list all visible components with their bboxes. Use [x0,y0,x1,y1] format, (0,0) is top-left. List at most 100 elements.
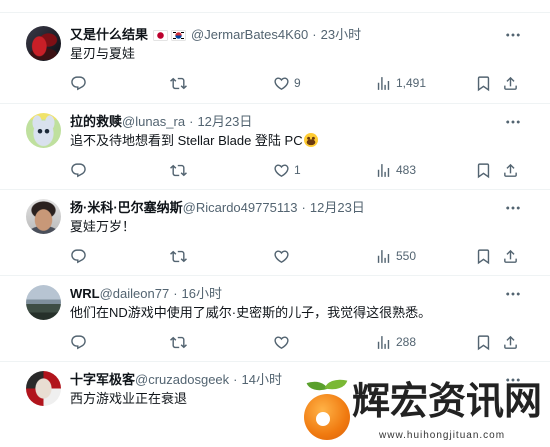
like-button[interactable] [273,246,290,266]
reply-button[interactable] [70,73,87,93]
retweet-icon [170,336,187,348]
retweet-icon [170,77,187,89]
share-icon-glyph [504,335,517,349]
avatar[interactable] [26,285,61,320]
reply-feed: 又是什么结果 @JermarBates4K60 · 23小时 星刃与夏娃 9 1,… [0,12,550,447]
tweet[interactable]: WRL @daileon77 · 16小时 他们在ND游戏中使用了威尔·史密斯的… [0,276,550,362]
avatar[interactable] [26,113,61,148]
share-button[interactable] [502,332,519,352]
like-count: 9 [294,76,301,90]
reply-icon [71,334,86,349]
share-icon-glyph [504,249,517,263]
tweet-body: WRL @daileon77 · 16小时 他们在ND游戏中使用了威尔·史密斯的… [0,276,550,361]
like-button[interactable]: 9 [273,73,301,93]
tweet-body: 扬·米科·巴尔塞纳斯 @Ricardo49775113 · 12月23日 夏娃万… [0,190,550,275]
south-korea-flag-icon [171,29,187,41]
share-icon [504,249,517,263]
more-options-button[interactable] [504,285,522,303]
views-count: 550 [396,249,417,263]
bookmark-icon [477,162,490,178]
share-icon-glyph [504,163,517,177]
tweet-text-content: 他们在ND游戏中使用了威尔·史密斯的儿子，我觉得这很熟悉。 [70,305,432,320]
views-button[interactable]: 550 [375,246,416,266]
more-options-button[interactable] [504,113,522,131]
like-button[interactable]: 1 [273,160,301,180]
reply-button[interactable] [70,332,87,352]
action-bar: 9 1,491 [0,73,550,93]
more-options-button[interactable] [504,199,522,217]
name-flags [153,29,187,41]
more-icon-glyph [506,120,520,124]
heart-icon-glyph [274,76,289,90]
tweet-text-content: 西方游戏业正在衰退 [70,391,188,406]
share-icon [504,163,517,177]
reply-icon-glyph [71,162,86,177]
like-button[interactable] [273,332,290,352]
bookmark-icon [477,75,490,91]
timestamp[interactable]: 14小时 [242,370,282,390]
bookmark-icon [477,248,490,264]
user-handle[interactable]: @Ricardo49775113 [183,198,298,218]
more-icon [506,33,520,37]
more-options-button[interactable] [504,26,522,44]
tweet[interactable]: 扬·米科·巴尔塞纳斯 @Ricardo49775113 · 12月23日 夏娃万… [0,190,550,276]
more-icon-glyph [506,206,520,210]
share-button[interactable] [502,73,519,93]
action-bar: 1 483 [0,160,550,180]
tweet[interactable]: 又是什么结果 @JermarBates4K60 · 23小时 星刃与夏娃 9 1,… [0,13,550,104]
tweet-body: 拉的救赎 @lunas_ra · 12月23日 追不及待地想看到 Stellar… [0,104,550,189]
display-name[interactable]: WRL [70,284,100,304]
more-options-button[interactable] [504,371,522,389]
display-name[interactable]: 十字军极客 [70,370,135,390]
share-icon [504,335,517,349]
views-icon-glyph [377,335,390,349]
retweet-button[interactable] [170,246,187,266]
retweet-icon-glyph [170,250,187,262]
avatar[interactable] [26,371,61,406]
more-icon [506,120,520,124]
reply-icon-glyph [71,75,86,90]
bookmark-button[interactable] [475,332,492,352]
reply-button[interactable] [70,160,87,180]
tweet[interactable]: 十字军极客 @cruzadosgeek · 14小时 西方游戏业正在衰退 [0,362,550,447]
separator-dot: · [189,114,194,129]
more-icon-glyph [506,292,520,296]
display-name[interactable]: 又是什么结果 [70,25,148,45]
views-count: 288 [396,335,417,349]
timestamp[interactable]: 12月23日 [197,112,252,132]
avatar[interactable] [26,199,61,234]
heart-icon [274,76,289,90]
separator-dot: · [173,286,178,301]
tweet-text: 他们在ND游戏中使用了威尔·史密斯的儿子，我觉得这很熟悉。 [70,303,431,323]
retweet-button[interactable] [170,332,187,352]
retweet-icon-glyph [170,336,187,348]
retweet-button[interactable] [170,73,187,93]
tweet-text: 西方游戏业正在衰退 [70,389,187,409]
retweet-icon [170,250,187,262]
display-name[interactable]: 扬·米科·巴尔塞纳斯 [70,198,183,218]
like-count: 1 [294,163,301,177]
bookmark-button[interactable] [475,160,492,180]
timestamp[interactable]: 12月23日 [310,198,365,218]
timestamp[interactable]: 23小时 [321,25,361,45]
reply-button[interactable] [70,246,87,266]
bookmark-icon-glyph [477,162,490,178]
user-handle[interactable]: @daileon77 [100,284,170,304]
user-handle[interactable]: @JermarBates4K60 [191,25,308,45]
tweet-body: 十字军极客 @cruzadosgeek · 14小时 西方游戏业正在衰退 [0,362,550,447]
heart-icon-glyph [274,335,289,349]
user-handle[interactable]: @lunas_ra [122,112,185,132]
views-button[interactable]: 1,491 [375,73,426,93]
display-name[interactable]: 拉的救赎 [70,112,122,132]
share-button[interactable] [502,160,519,180]
bookmark-button[interactable] [475,73,492,93]
retweet-button[interactable] [170,160,187,180]
timestamp[interactable]: 16小时 [182,284,222,304]
views-button[interactable]: 483 [375,160,416,180]
views-button[interactable]: 288 [375,332,416,352]
bookmark-button[interactable] [475,246,492,266]
avatar[interactable] [26,26,61,61]
tweet[interactable]: 拉的救赎 @lunas_ra · 12月23日 追不及待地想看到 Stellar… [0,104,550,190]
user-handle[interactable]: @cruzadosgeek [135,370,229,390]
share-button[interactable] [502,246,519,266]
